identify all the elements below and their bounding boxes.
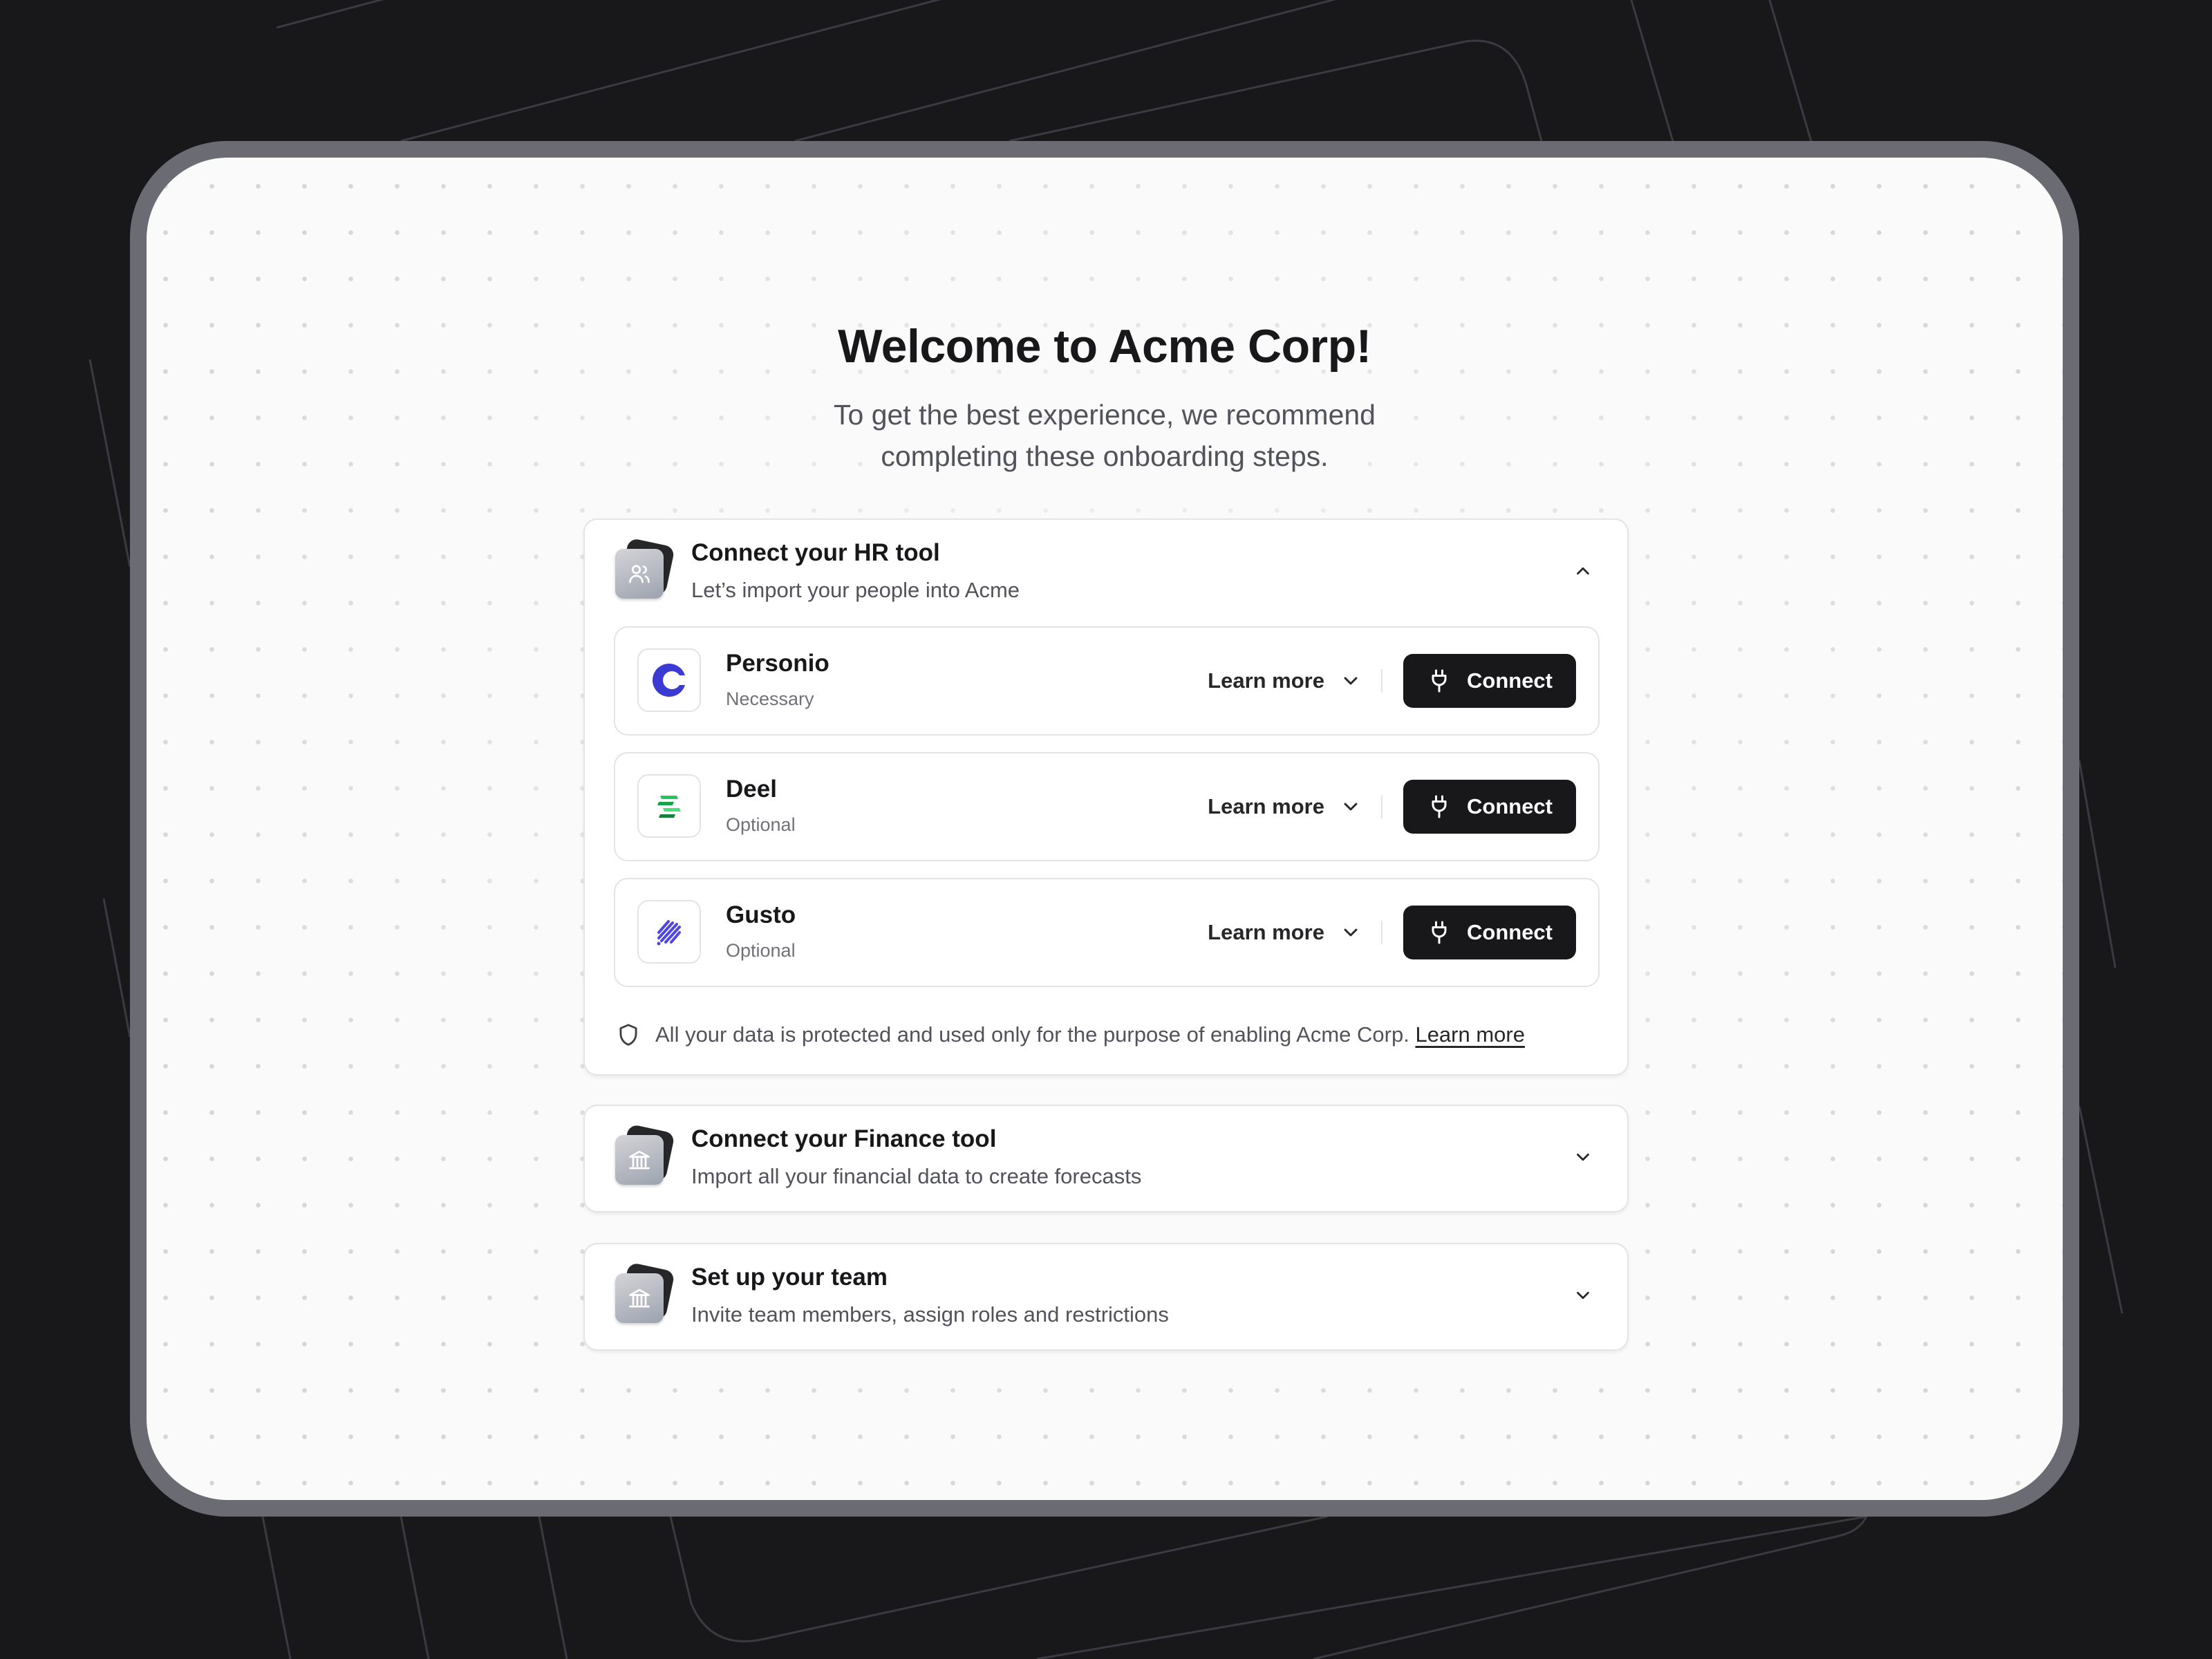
onboarding-page: Welcome to Acme Corp! To get the best ex…: [147, 158, 2063, 1500]
learn-more-label: Learn more: [1208, 794, 1324, 818]
learn-more-label: Learn more: [1208, 920, 1324, 944]
page-title: Welcome to Acme Corp!: [838, 320, 1371, 373]
step-card-team-setup: Set up your team Invite team members, as…: [583, 1243, 1629, 1351]
step-header-hr-tool[interactable]: Connect your HR tool Let’s import your p…: [585, 520, 1627, 625]
connect-button[interactable]: Connect: [1403, 906, 1576, 959]
divider: [1381, 921, 1382, 944]
learn-more-dropdown[interactable]: Learn more: [1208, 910, 1362, 955]
privacy-note: All your data is protected and used only…: [615, 1018, 1525, 1052]
privacy-text: All your data is protected and used only…: [655, 1022, 1525, 1047]
step-description: Import all your financial data to create…: [691, 1164, 1142, 1188]
expand-button[interactable]: [1566, 1141, 1600, 1174]
step-card-hr-tool: Connect your HR tool Let’s import your p…: [583, 518, 1629, 1076]
connect-button[interactable]: Connect: [1403, 780, 1576, 834]
step-card-finance-tool: Connect your Finance tool Import all you…: [583, 1105, 1629, 1212]
chevron-up-icon: [1577, 567, 1589, 575]
chevron-down-icon: [1344, 803, 1358, 811]
connect-label: Connect: [1467, 794, 1553, 818]
integration-tag: Necessary: [726, 688, 814, 709]
collapse-button[interactable]: [1566, 554, 1600, 588]
integration-name: Personio: [726, 650, 830, 677]
personio-logo-icon: [653, 664, 688, 697]
deel-logo-icon: [657, 796, 681, 818]
chevron-down-icon: [1577, 1153, 1589, 1161]
integration-tag: Optional: [726, 814, 796, 835]
connect-button[interactable]: Connect: [1403, 654, 1576, 708]
integration-row-deel: Deel Optional Learn more Connect: [614, 752, 1600, 861]
bank-icon: [629, 1288, 650, 1308]
learn-more-label: Learn more: [1208, 668, 1324, 693]
deel-logo: [637, 774, 701, 838]
learn-more-dropdown[interactable]: Learn more: [1208, 784, 1362, 830]
step-header-team-setup[interactable]: Set up your team Invite team members, as…: [585, 1244, 1627, 1349]
personio-logo: [637, 648, 701, 712]
integration-tag: Optional: [726, 940, 796, 961]
step-description: Invite team members, assign roles and re…: [691, 1302, 1169, 1327]
integration-row-gusto: Gusto Optional Learn more Connect: [614, 878, 1600, 987]
step-title: Set up your team: [691, 1264, 888, 1291]
bank-icon: [629, 1150, 650, 1170]
step-description: Let’s import your people into Acme: [691, 578, 1020, 602]
gusto-logo: [637, 900, 701, 964]
subtitle-line-2: completing these onboarding steps.: [881, 440, 1329, 472]
chevron-down-icon: [1344, 928, 1358, 937]
page-subtitle: To get the best experience, we recommend…: [147, 394, 2063, 477]
connect-label: Connect: [1467, 920, 1553, 944]
privacy-learn-more-link[interactable]: Learn more: [1415, 1022, 1525, 1047]
users-icon: [629, 565, 650, 583]
step-icon-stack: [615, 1262, 675, 1324]
step-icon-stack: [615, 1123, 675, 1186]
shield-icon: [619, 1024, 637, 1046]
app-screen: Welcome to Acme Corp! To get the best ex…: [147, 158, 2063, 1500]
plug-icon: [1432, 795, 1447, 818]
subtitle-line-1: To get the best experience, we recommend: [834, 399, 1376, 431]
chevron-down-icon: [1577, 1291, 1589, 1300]
chevron-down-icon: [1344, 677, 1358, 685]
connect-label: Connect: [1467, 668, 1553, 693]
plug-icon: [1432, 669, 1447, 693]
plug-icon: [1432, 921, 1447, 944]
gusto-logo-icon: [657, 920, 681, 946]
step-title: Connect your Finance tool: [691, 1125, 997, 1152]
divider: [1381, 669, 1382, 693]
step-header-finance-tool[interactable]: Connect your Finance tool Import all you…: [585, 1106, 1627, 1211]
step-icon-stack: [615, 537, 675, 600]
divider: [1381, 795, 1382, 818]
device-frame: Welcome to Acme Corp! To get the best ex…: [130, 141, 2079, 1517]
integration-name: Deel: [726, 776, 777, 803]
step-title: Connect your HR tool: [691, 539, 940, 566]
integration-row-personio: Personio Necessary Learn more Connect: [614, 626, 1600, 735]
learn-more-dropdown[interactable]: Learn more: [1208, 658, 1362, 704]
privacy-note-text: All your data is protected and used only…: [655, 1022, 1409, 1047]
integration-name: Gusto: [726, 901, 796, 928]
expand-button[interactable]: [1566, 1279, 1600, 1312]
